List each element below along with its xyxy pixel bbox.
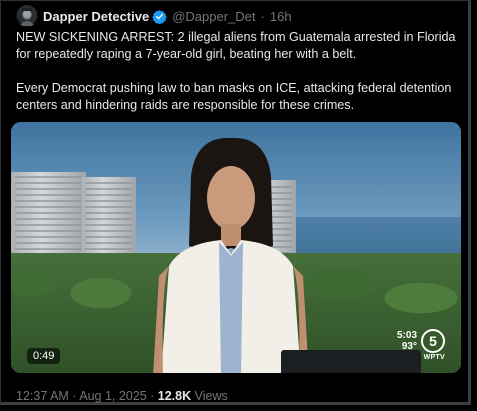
tweet-age[interactable]: 16h xyxy=(270,9,292,24)
separator-dot: · xyxy=(260,8,265,24)
tweet-paragraph-1: NEW SICKENING ARREST: 2 illegal aliens f… xyxy=(16,30,456,61)
views-label: Views xyxy=(191,389,228,403)
meta-dot: · xyxy=(68,389,80,403)
station-bug: 5:03 93° 5 WPTV xyxy=(397,329,445,361)
tweet-date[interactable]: Aug 1, 2025 xyxy=(79,389,146,403)
meta-dot: · xyxy=(146,389,158,403)
verified-badge-icon xyxy=(152,9,167,24)
author-handle[interactable]: @Dapper_Det xyxy=(172,9,255,24)
channel-name: WPTV xyxy=(423,354,445,361)
avatar[interactable] xyxy=(16,5,38,27)
views-count[interactable]: 12.8K xyxy=(158,389,191,403)
tweet-card[interactable]: Dapper Detective @Dapper_Det · 16h NEW S… xyxy=(0,0,471,405)
tweet-paragraph-2: Every Democrat pushing law to ban masks … xyxy=(16,81,452,112)
channel-logo-icon: 5 xyxy=(421,329,445,353)
video-player[interactable]: 0:49 5:03 93° 5 WPTV xyxy=(11,122,461,373)
tweet-header: Dapper Detective @Dapper_Det · 16h xyxy=(16,5,292,27)
video-duration: 0:49 xyxy=(27,348,61,364)
tweet-meta: 12:37 AM · Aug 1, 2025 · 12.8K Views xyxy=(16,389,228,403)
time-temp: 5:03 93° xyxy=(397,330,417,352)
author-name[interactable]: Dapper Detective xyxy=(43,9,149,24)
bug-temp: 93° xyxy=(401,341,417,352)
tweet-text: NEW SICKENING ARREST: 2 illegal aliens f… xyxy=(16,29,456,114)
video-desk xyxy=(281,350,421,373)
bug-time: 5:03 xyxy=(396,330,417,341)
tweet-time[interactable]: 12:37 AM xyxy=(16,389,69,403)
news-anchor-figure xyxy=(153,137,309,373)
